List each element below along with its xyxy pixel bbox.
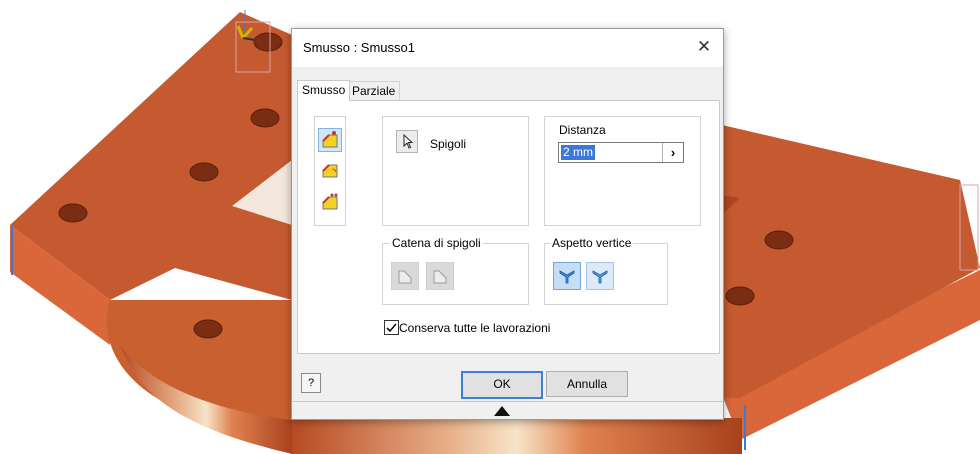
cancel-button[interactable]: Annulla <box>546 371 628 397</box>
edge-chain-all-icon <box>398 270 412 284</box>
distance-angle-chamfer-button[interactable] <box>319 159 341 181</box>
edges-group: Spigoli <box>382 116 529 226</box>
corner-setback-on-button[interactable] <box>553 262 581 290</box>
distance-group: Distanza 2 mm › <box>544 116 701 226</box>
preserve-all-checkbox[interactable] <box>384 320 399 335</box>
two-distances-chamfer-icon <box>322 193 338 210</box>
tab-parziale[interactable]: Parziale <box>347 81 401 100</box>
hole <box>764 230 794 250</box>
ok-button[interactable]: OK <box>461 371 543 399</box>
edge-chain-label: Catena di spigoli <box>390 236 483 250</box>
expand-arrow-icon[interactable] <box>494 406 510 416</box>
corner-no-setback-icon <box>592 270 608 284</box>
tab-smusso[interactable]: Smusso <box>297 80 351 101</box>
distance-input[interactable]: 2 mm › <box>558 142 684 163</box>
corner-setback-group: Aspetto vertice <box>544 236 668 305</box>
distance-chamfer-icon <box>322 131 338 148</box>
checkmark-icon <box>386 323 397 333</box>
dialog-title: Smusso : Smusso1 <box>303 40 415 55</box>
corner-setback-icon <box>559 270 575 284</box>
chamfer-dialog: Smusso : Smusso1 ✕ Smusso Parziale Spigo… <box>291 28 724 420</box>
dialog-titlebar[interactable]: Smusso : Smusso1 ✕ <box>292 29 723 67</box>
edge-chain-single-icon <box>433 270 447 284</box>
hole <box>725 286 755 306</box>
corner-setback-label: Aspetto vertice <box>550 236 634 250</box>
chamfer-type-group <box>314 116 346 226</box>
hole <box>250 108 280 128</box>
chevron-right-icon[interactable]: › <box>662 143 683 162</box>
two-distances-chamfer-button[interactable] <box>319 191 341 213</box>
hole <box>193 319 223 339</box>
model-front-side <box>292 418 742 454</box>
hole <box>58 203 88 223</box>
edges-label: Spigoli <box>430 137 467 151</box>
all-edges-button[interactable] <box>391 262 419 290</box>
corner-setback-off-button[interactable] <box>586 262 614 290</box>
hole <box>253 32 283 52</box>
distance-angle-chamfer-icon <box>322 164 338 178</box>
dialog-divider <box>292 401 723 402</box>
hole <box>189 162 219 182</box>
distance-value[interactable]: 2 mm <box>561 145 595 160</box>
distance-chamfer-button[interactable] <box>318 128 342 152</box>
single-edge-button[interactable] <box>426 262 454 290</box>
cursor-arrow-icon <box>403 133 414 149</box>
preserve-all-label[interactable]: Conserva tutte le lavorazioni <box>399 321 550 335</box>
edge-chain-group: Catena di spigoli <box>382 236 529 305</box>
tab-panel: Spigoli Distanza 2 mm › Catena di spigol… <box>297 100 720 354</box>
distance-label: Distanza <box>559 123 606 137</box>
help-icon[interactable]: ? <box>301 373 321 393</box>
select-edges-button[interactable] <box>396 130 418 153</box>
close-icon[interactable]: ✕ <box>693 36 715 58</box>
